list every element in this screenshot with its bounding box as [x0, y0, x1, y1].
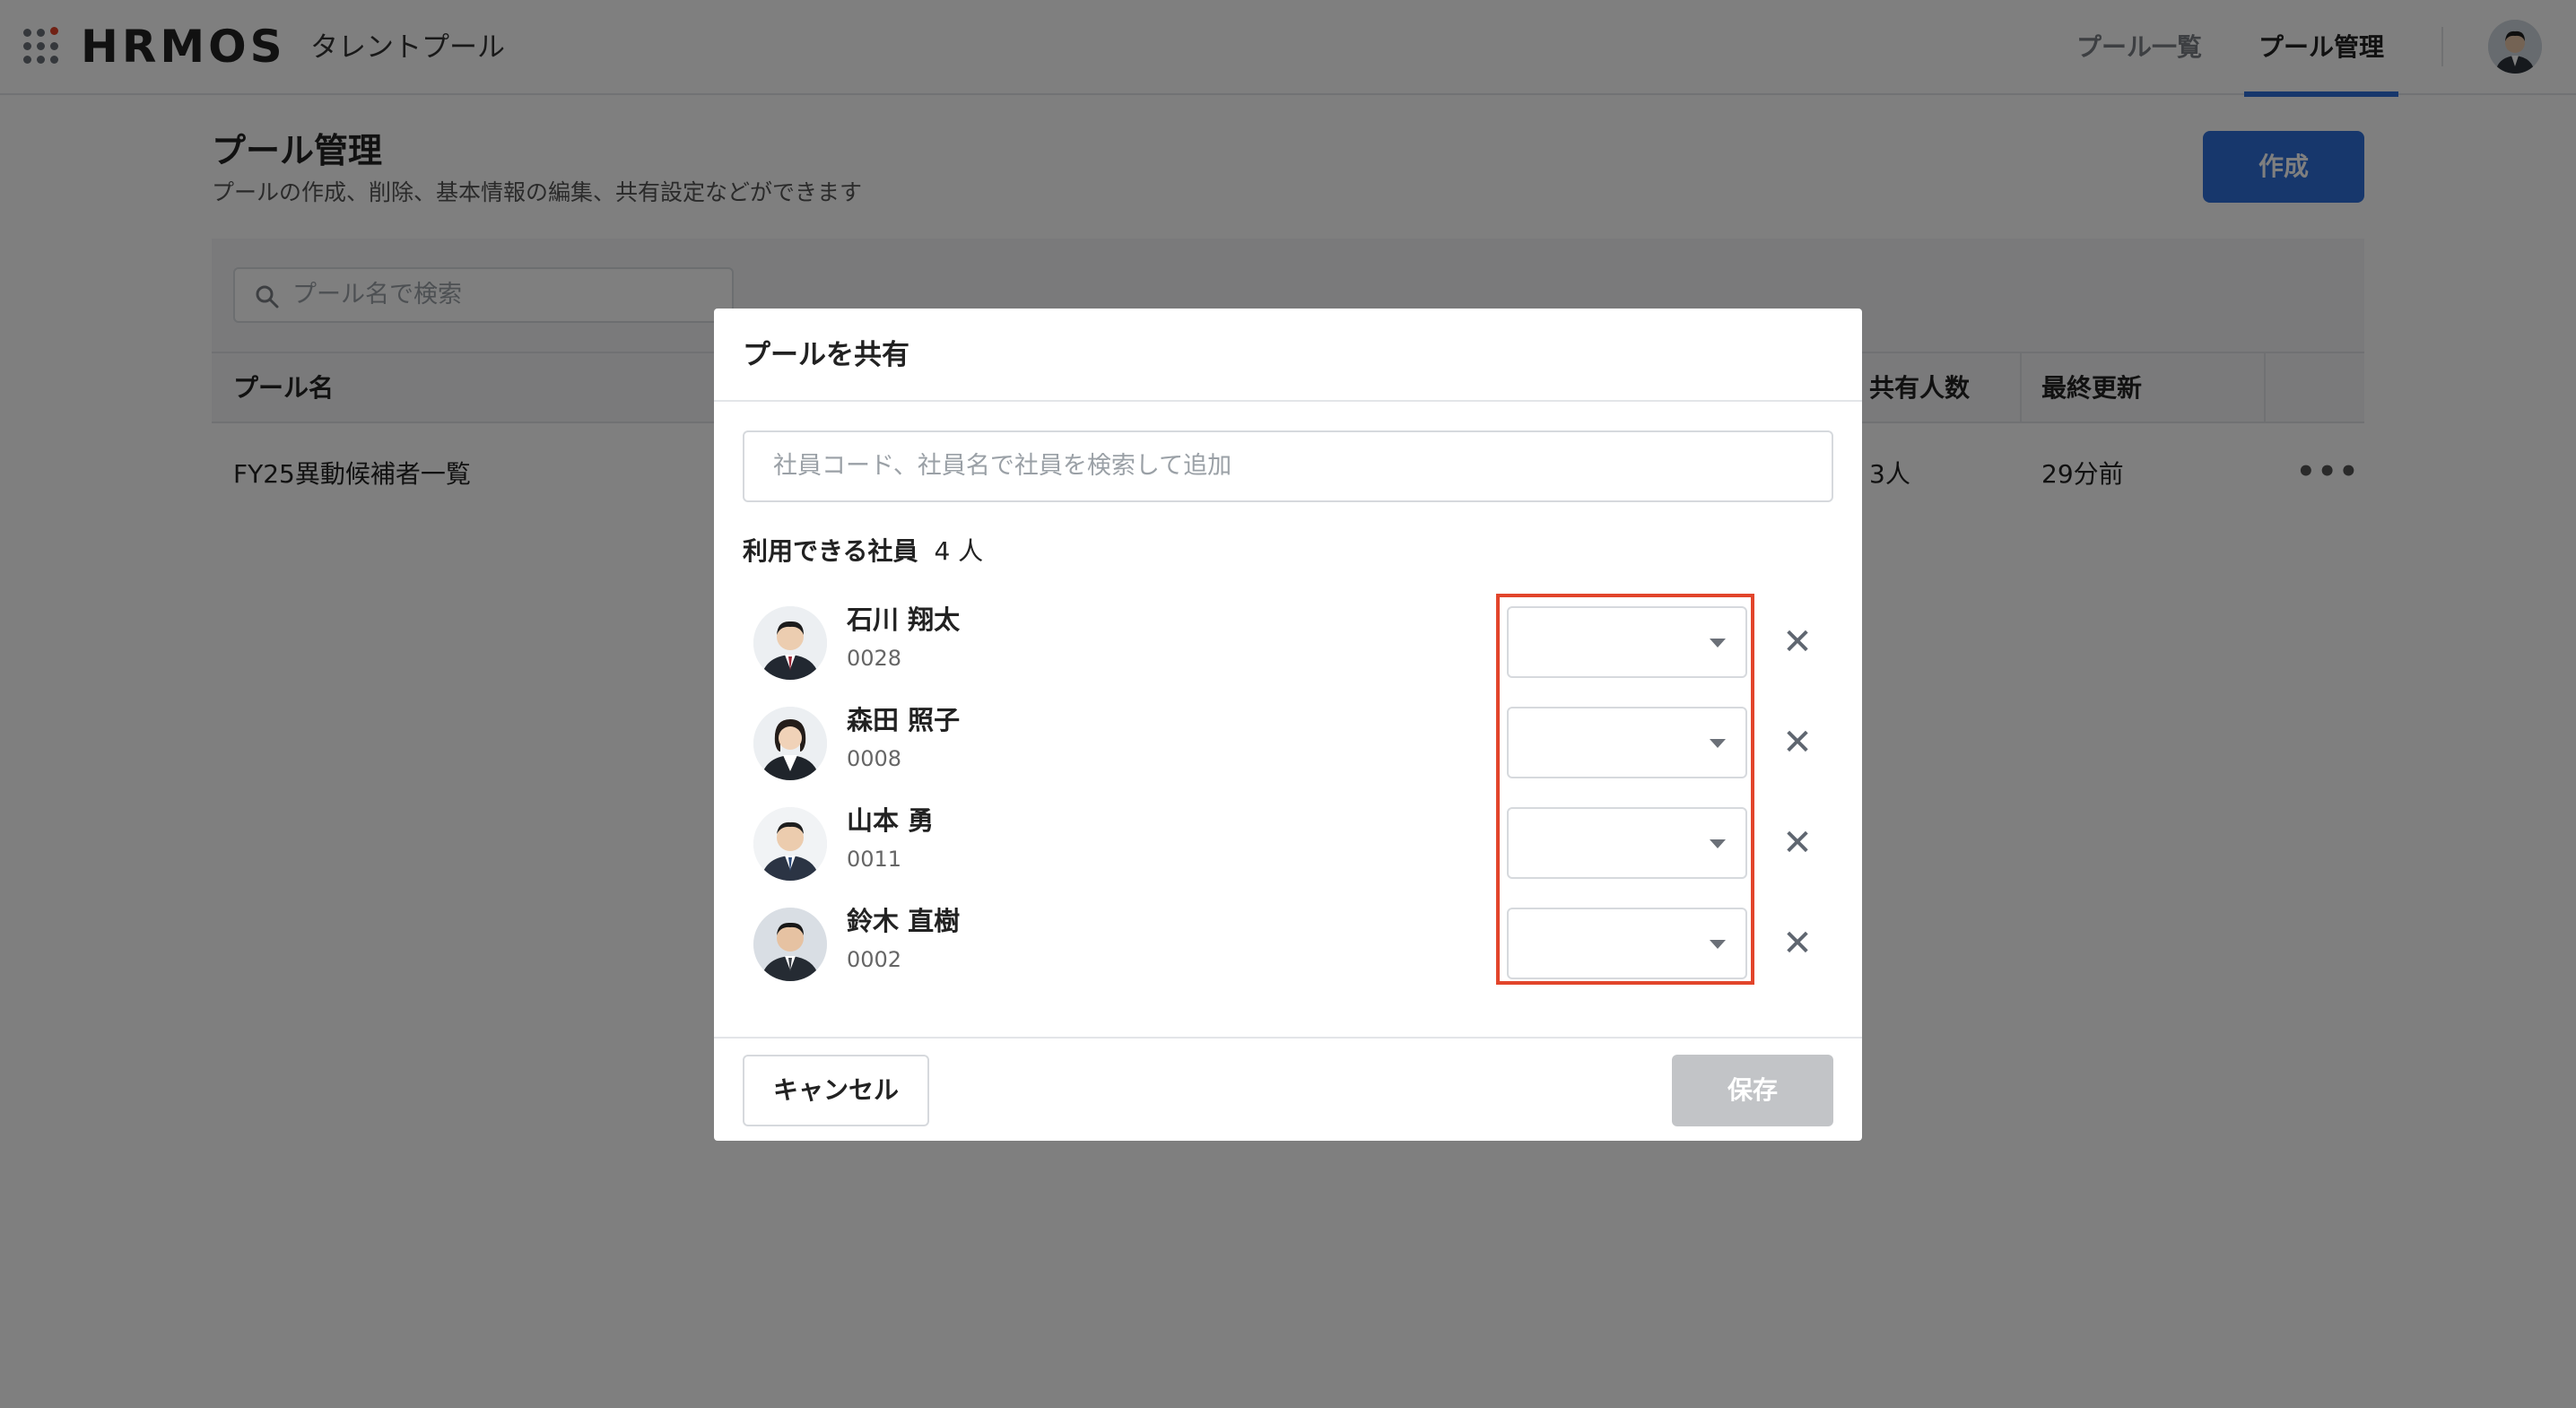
- employee-photo-icon: [753, 807, 827, 881]
- available-employees-count: 4 人: [934, 536, 984, 566]
- employee-name: 鈴木 直樹: [847, 906, 961, 936]
- employee-code: 0002: [847, 947, 902, 972]
- remove-employee-close-icon[interactable]: ✕: [1772, 617, 1823, 667]
- employee-code: 0028: [847, 646, 902, 671]
- employee-name: 山本 勇: [847, 805, 935, 836]
- available-employees-label: 利用できる社員 4 人: [743, 531, 983, 572]
- employee-code: 0008: [847, 746, 902, 771]
- share-pool-modal: プールを共有 社員コード、社員名で社員を検索して追加 利用できる社員 4 人 石川…: [714, 309, 1862, 1141]
- employee-avatar: [753, 807, 827, 881]
- employee-name: 森田 照子: [847, 705, 961, 735]
- remove-employee-close-icon[interactable]: ✕: [1772, 818, 1823, 868]
- employee-photo-icon: [753, 707, 827, 780]
- employee-name: 石川 翔太: [847, 604, 961, 635]
- employee-photo-icon: [753, 606, 827, 680]
- employee-photo-icon: [753, 908, 827, 981]
- remove-employee-close-icon[interactable]: ✕: [1772, 918, 1823, 969]
- employee-search-input[interactable]: 社員コード、社員名で社員を検索して追加: [743, 430, 1833, 502]
- employee-avatar: [753, 707, 827, 780]
- available-employees-text: 利用できる社員: [743, 536, 918, 566]
- remove-employee-close-icon[interactable]: ✕: [1772, 717, 1823, 768]
- save-button[interactable]: 保存: [1672, 1055, 1833, 1126]
- employee-code: 0011: [847, 847, 902, 872]
- employee-avatar: [753, 908, 827, 981]
- modal-divider: [714, 400, 1862, 402]
- role-select-highlight: [1496, 594, 1754, 985]
- modal-divider: [714, 1037, 1862, 1039]
- modal-title: プールを共有: [743, 339, 909, 371]
- employee-avatar: [753, 606, 827, 680]
- cancel-button[interactable]: キャンセル: [743, 1055, 929, 1126]
